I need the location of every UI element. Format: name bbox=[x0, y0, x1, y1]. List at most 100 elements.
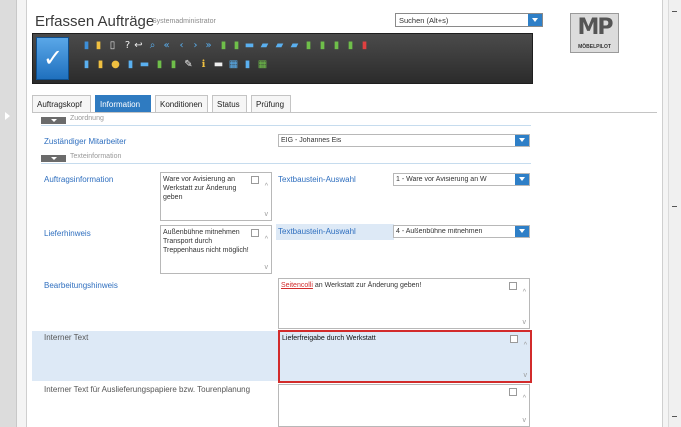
group-icon[interactable]: ● bbox=[110, 59, 121, 71]
document-export-icon[interactable]: ▮ bbox=[303, 40, 314, 52]
tab-konditionen[interactable]: Konditionen bbox=[155, 95, 208, 113]
lieferhinweis-text: Außenbühne mitnehmen Transport durch Tre… bbox=[163, 229, 249, 254]
next-record-icon[interactable]: › bbox=[190, 40, 201, 52]
mitarbeiter-value: EIG - Johannes Eis bbox=[281, 137, 342, 144]
mitarbeiter-select[interactable]: EIG - Johannes Eis bbox=[278, 134, 530, 147]
stats-icon[interactable]: ▮ bbox=[168, 59, 179, 71]
search-dropdown-button[interactable] bbox=[528, 14, 542, 26]
section-textinformation[interactable]: Texteinformation bbox=[32, 153, 532, 165]
textbaustein-value-2: 4 - Außenbühne mitnehmen bbox=[396, 228, 483, 235]
textbaustein-label-2: Textbaustein-Auswahl bbox=[278, 227, 356, 236]
document-green-icon[interactable]: ▮ bbox=[218, 40, 229, 52]
textarea-checkbox[interactable] bbox=[510, 335, 518, 343]
section-zuordnung[interactable]: Zuordnung bbox=[32, 115, 532, 127]
search-record-icon[interactable]: ⌕ bbox=[147, 40, 158, 52]
tab-status[interactable]: Status bbox=[212, 95, 247, 113]
dropdown-arrow-icon[interactable] bbox=[515, 174, 529, 185]
tab-auftragskopf[interactable]: Auftragskopf bbox=[32, 95, 91, 113]
edit-pen-icon[interactable]: ✎ bbox=[183, 59, 194, 71]
dropdown-arrow-icon[interactable] bbox=[515, 135, 529, 146]
app-frame: Erfassen Aufträge Systemadministrator Su… bbox=[0, 0, 681, 427]
spellcheck-word: Seitencolli bbox=[281, 282, 313, 289]
folder-icon[interactable]: ▮ bbox=[95, 59, 106, 71]
spreadsheet-icon[interactable]: ▦ bbox=[257, 59, 268, 71]
scroll-up-icon[interactable]: ^ bbox=[524, 342, 527, 349]
scroll-down-icon[interactable]: v bbox=[265, 211, 269, 218]
section-divider bbox=[41, 163, 531, 164]
bearbeitung-textarea[interactable]: Seitencolli an Werkstatt zur Änderung ge… bbox=[278, 278, 530, 329]
dropdown-arrow-icon[interactable] bbox=[515, 226, 529, 237]
report-icon[interactable]: ▮ bbox=[242, 59, 253, 71]
document-cancel-icon[interactable]: ▮ bbox=[359, 40, 370, 52]
calculator-icon[interactable]: ▦ bbox=[228, 59, 239, 71]
transfer-icon[interactable]: ▰ bbox=[289, 40, 300, 52]
list-icon[interactable]: ▬ bbox=[139, 59, 150, 71]
user-name: Systemadministrator bbox=[152, 18, 216, 25]
textarea-checkbox[interactable] bbox=[251, 229, 259, 237]
scroll-down-icon[interactable]: v bbox=[524, 372, 528, 379]
printer-icon[interactable]: ▬ bbox=[213, 59, 224, 71]
chart-icon[interactable]: ▮ bbox=[154, 59, 165, 71]
intern-textarea[interactable]: Lieferfreigabe durch Werkstatt ^ v bbox=[278, 330, 532, 383]
help-icon[interactable]: ? bbox=[122, 40, 133, 52]
collapse-chevron-icon[interactable] bbox=[41, 155, 66, 162]
print-icon[interactable]: ▬ bbox=[244, 40, 255, 52]
first-record-icon[interactable]: « bbox=[161, 40, 172, 52]
left-sidebar-collapsed[interactable] bbox=[0, 0, 17, 427]
delete-icon[interactable]: ▯ bbox=[107, 40, 118, 52]
window-title: Erfassen Aufträge bbox=[35, 13, 155, 30]
document-import-icon[interactable]: ▮ bbox=[317, 40, 328, 52]
scroll-up-icon[interactable]: ^ bbox=[265, 236, 268, 243]
save-confirm-button[interactable]: ✓ bbox=[36, 37, 69, 80]
textbaustein-select-1[interactable]: 1 - Ware vor Avisierung an W bbox=[393, 173, 530, 186]
auslieferung-label: Interner Text für Auslieferungspapiere b… bbox=[44, 385, 251, 394]
previous-record-icon[interactable]: ‹ bbox=[176, 40, 187, 52]
document-list-icon[interactable]: ▮ bbox=[345, 40, 356, 52]
auftragsinfo-textarea[interactable]: Ware vor Avisierung an Werkstatt zur Änd… bbox=[160, 172, 272, 221]
new-document-icon[interactable]: ▮ bbox=[81, 40, 92, 52]
scroll-down-icon[interactable]: v bbox=[523, 319, 527, 326]
last-record-icon[interactable]: » bbox=[203, 40, 214, 52]
textarea-checkbox[interactable] bbox=[251, 176, 259, 184]
scrollbar-marker bbox=[672, 206, 677, 207]
search-input[interactable]: Suchen (Alt+s) bbox=[395, 13, 543, 27]
bearbeitung-text-rest: an Werkstatt zur Änderung geben! bbox=[312, 282, 422, 289]
order-entry-window: Erfassen Aufträge Systemadministrator Su… bbox=[26, 0, 663, 427]
back-arrow-icon[interactable]: ↩ bbox=[133, 40, 144, 52]
info-icon[interactable]: ℹ bbox=[198, 59, 209, 71]
document-search-icon[interactable]: ▮ bbox=[231, 40, 242, 52]
document-edit-icon[interactable]: ▮ bbox=[331, 40, 342, 52]
collapse-chevron-icon[interactable] bbox=[41, 117, 66, 124]
bearbeitung-label: Bearbeitungshinweis bbox=[44, 281, 118, 290]
copy-document-icon[interactable]: ▮ bbox=[93, 40, 104, 52]
logo-name: MÖBELPILOT bbox=[578, 44, 611, 50]
outer-scrollbar[interactable] bbox=[668, 0, 681, 427]
section-title: Texteinformation bbox=[70, 153, 122, 160]
intern-label: Interner Text bbox=[44, 333, 89, 342]
truck-icon[interactable]: ▰ bbox=[259, 40, 270, 52]
scroll-up-icon[interactable]: ^ bbox=[523, 289, 526, 296]
section-divider bbox=[41, 125, 531, 126]
delivery-icon[interactable]: ▰ bbox=[274, 40, 285, 52]
scroll-up-icon[interactable]: ^ bbox=[523, 395, 526, 402]
auftragsinfo-text: Ware vor Avisierung an Werkstatt zur Änd… bbox=[163, 176, 237, 201]
search-placeholder: Suchen (Alt+s) bbox=[399, 16, 449, 25]
auslieferung-textarea[interactable]: ^ v bbox=[278, 384, 530, 427]
bearbeitung-text: Seitencolli an Werkstatt zur Änderung ge… bbox=[281, 281, 509, 290]
scrollbar-marker bbox=[672, 11, 677, 12]
scroll-up-icon[interactable]: ^ bbox=[265, 183, 268, 190]
intern-text: Lieferfreigabe durch Werkstatt bbox=[282, 335, 376, 342]
textbaustein-select-2[interactable]: 4 - Außenbühne mitnehmen bbox=[393, 225, 530, 238]
expand-arrow-icon[interactable] bbox=[5, 112, 10, 120]
tab-information[interactable]: Information bbox=[95, 95, 151, 113]
tab-pruefung[interactable]: Prüfung bbox=[251, 95, 291, 113]
attach-document-icon[interactable]: ▮ bbox=[81, 59, 92, 71]
textarea-checkbox[interactable] bbox=[509, 282, 517, 290]
textarea-checkbox[interactable] bbox=[509, 388, 517, 396]
scroll-down-icon[interactable]: v bbox=[265, 264, 269, 271]
scroll-down-icon[interactable]: v bbox=[523, 417, 527, 424]
calendar-icon[interactable]: ▮ bbox=[125, 59, 136, 71]
auftragsinfo-label: Auftragsinformation bbox=[44, 175, 114, 184]
lieferhinweis-textarea[interactable]: Außenbühne mitnehmen Transport durch Tre… bbox=[160, 225, 272, 274]
mitarbeiter-label: Zuständiger Mitarbeiter bbox=[44, 137, 127, 146]
